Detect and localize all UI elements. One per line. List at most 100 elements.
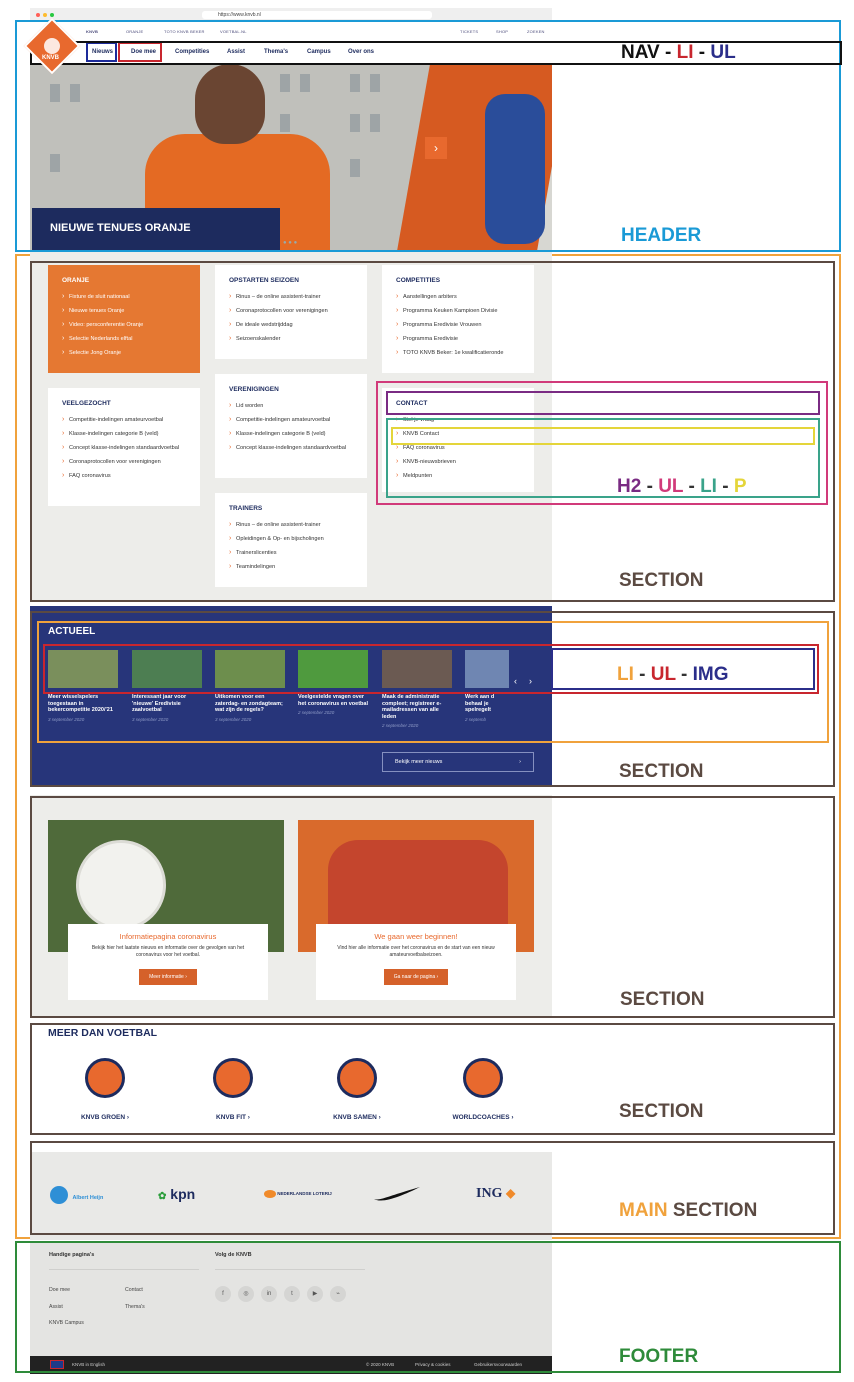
ing-logo[interactable]: ING ◆ — [476, 1186, 515, 1202]
corona-info-title: Informatiepagina coronavirus — [119, 932, 217, 941]
knvb-samen-label: KNVB SAMEN › — [333, 1114, 381, 1121]
ul-label: UL — [650, 664, 676, 685]
list-item[interactable]: Programma Eredivisie Vrouwen — [396, 321, 520, 329]
nike-swoosh-icon — [374, 1187, 420, 1201]
knvb-groen-link[interactable]: KNVB GROEN › — [50, 1058, 160, 1121]
loterij-logo-icon — [264, 1190, 276, 1198]
list-item[interactable]: TOTO KNVB Beker: 1e kwalificatieronde — [396, 349, 520, 357]
nav-label-b: LI — [676, 42, 694, 63]
list-item[interactable]: Rinus – de online assistent-trainer — [229, 521, 353, 529]
worldcoaches-link[interactable]: WORLDCOACHES › — [428, 1058, 538, 1121]
list-item[interactable]: FAQ coronavirus — [62, 472, 186, 480]
list-item[interactable]: Selectie Jong Oranje — [62, 349, 186, 357]
chevron-right-icon: › — [519, 759, 521, 765]
section-label-3: SECTION — [620, 989, 705, 1010]
kpn-logo-icon: ✿ — [158, 1191, 167, 1202]
apple-icon — [213, 1058, 253, 1098]
card-verenigingen: VERENIGINGEN Lid worden Competitie-indel… — [215, 374, 367, 478]
leaf-icon — [85, 1058, 125, 1098]
main-label: MAIN — [619, 1200, 668, 1221]
nav-label-c: - — [698, 42, 706, 63]
nav-annotation-label: NAV - LI - UL — [621, 42, 736, 64]
footer-annotation-box — [15, 1241, 841, 1373]
ul-label: UL — [658, 476, 684, 497]
maximize-window-icon[interactable] — [50, 13, 54, 17]
logo-text: KNVB — [42, 55, 60, 61]
main-section-word: SECTION — [672, 1200, 758, 1221]
list-item[interactable]: Selectie Nederlands elftal — [62, 335, 186, 343]
sep-label: - — [688, 476, 695, 497]
card-opstarten-seizoen: OPSTARTEN SEIZOEN Rinus – de online assi… — [215, 265, 367, 359]
img-label: IMG — [692, 664, 729, 685]
list-item[interactable]: Concept klasse-indelingen standaardvoetb… — [62, 444, 186, 452]
list-item[interactable]: Programma Keuken Kampioen Divisie — [396, 307, 520, 315]
corona-info-card: Informatiepagina coronavirus Bekijk hier… — [68, 924, 268, 1000]
li-label: LI — [617, 664, 634, 685]
card-competities: COMPETITIES Aanstellingen arbiters Progr… — [382, 265, 534, 373]
list-item[interactable]: Seizoenskalender — [229, 335, 353, 343]
card-title: COMPETITIES — [396, 277, 441, 284]
sep-label: - — [722, 476, 729, 497]
list-item[interactable]: Concept klasse-indelingen standaardvoetb… — [229, 444, 353, 452]
more-info-button[interactable]: Meer informatie › — [139, 969, 197, 985]
list-item[interactable]: Klasse-indelingen categorie B (veld) — [229, 430, 353, 438]
list-item[interactable]: Programma Eredivisie — [396, 335, 520, 343]
worldcoaches-label: WORLDCOACHES › — [452, 1114, 514, 1121]
h2-label: H2 — [617, 476, 642, 497]
card-veelgezocht: VEELGEZOCHT Competitie-indelingen amateu… — [48, 388, 200, 506]
section-label-1: SECTION — [619, 570, 704, 591]
address-bar[interactable]: https://www.knvb.nl — [202, 11, 432, 19]
footer-annotation-label: FOOTER — [619, 1346, 699, 1367]
list-item[interactable]: Aanstellingen arbiters — [396, 293, 520, 301]
card-title: VERENIGINGEN — [229, 386, 279, 393]
list-item[interactable]: Rinus – de online assistent-trainer — [229, 293, 353, 301]
ah-logo-icon — [50, 1186, 68, 1204]
lion-icon — [40, 34, 64, 58]
contact-annotation-label: H2 - UL - LI - P — [617, 476, 747, 498]
list-item[interactable]: Klasse-indelingen categorie B (veld) — [62, 430, 186, 438]
section-label-4: SECTION — [619, 1101, 704, 1122]
card-title: OPSTARTEN SEIZOEN — [229, 277, 299, 284]
globe-icon — [463, 1058, 503, 1098]
corona-info-text: Bekijk hier het laatste nieuws en inform… — [91, 945, 245, 958]
list-item[interactable]: Nieuwe tenues Oranje — [62, 307, 186, 315]
sep-label: - — [681, 664, 688, 685]
nike-logo[interactable] — [372, 1186, 422, 1207]
restart-info-text: Vind hier alle informatie over het coron… — [337, 945, 495, 958]
sep-label: - — [639, 664, 646, 685]
list-item[interactable]: Competitie-indelingen amateurvoetbal — [62, 416, 186, 424]
ing-lion-icon: ◆ — [505, 1186, 516, 1200]
list-item[interactable]: Coronaprotocollen voor verenigingen — [229, 307, 353, 315]
list-item[interactable]: Opleidingen & Op- en bijscholingen — [229, 535, 353, 543]
go-to-page-button[interactable]: Ga naar de pagina › — [383, 969, 449, 985]
actueel-annotation-label: LI - UL - IMG — [617, 664, 729, 686]
more-news-button[interactable]: Bekijk meer nieuws › — [382, 752, 534, 772]
list-item[interactable]: Teamindelingen — [229, 563, 353, 571]
close-window-icon[interactable] — [36, 13, 40, 17]
albert-heijn-logo[interactable]: Albert Heijn — [50, 1186, 103, 1204]
more-news-label: Bekijk meer nieuws — [395, 759, 443, 765]
minimize-window-icon[interactable] — [43, 13, 47, 17]
card-title: VEELGEZOCHT — [62, 400, 111, 407]
knvb-samen-link[interactable]: KNVB SAMEN › — [302, 1058, 412, 1121]
kpn-logo[interactable]: ✿ kpn — [158, 1186, 195, 1202]
li-label: LI — [700, 476, 717, 497]
heart-icon — [337, 1058, 377, 1098]
list-item[interactable]: Competitie-indelingen amateurvoetbal — [229, 416, 353, 424]
albert-heijn-label: Albert Heijn — [72, 1195, 104, 1202]
loterij-label: NEDERLANDSE LOTERIJ — [277, 1191, 332, 1197]
list-item[interactable]: Coronaprotocollen voor verenigingen — [62, 458, 186, 466]
nav-label-d: UL — [710, 42, 736, 63]
knvb-fit-link[interactable]: KNVB FIT › — [178, 1058, 288, 1121]
p-label: P — [733, 476, 747, 497]
list-item[interactable]: Trainerslicenties — [229, 549, 353, 557]
list-item[interactable]: Lid worden — [229, 402, 353, 410]
list-item[interactable]: Fixture de sluit nationaal — [62, 293, 186, 301]
list-item[interactable]: De ideale wedstrijddag — [229, 321, 353, 329]
restart-info-card: We gaan weer beginnen! Vind hier alle in… — [316, 924, 516, 1000]
nederlandse-loterij-logo[interactable]: NEDERLANDSE LOTERIJ — [264, 1190, 332, 1198]
list-item[interactable]: Video: persconferentie Oranje — [62, 321, 186, 329]
meer-dan-voetbal-title: MEER DAN VOETBAL — [48, 1027, 158, 1039]
knvb-groen-label: KNVB GROEN › — [80, 1114, 130, 1121]
h2-annotation-box — [386, 391, 820, 415]
